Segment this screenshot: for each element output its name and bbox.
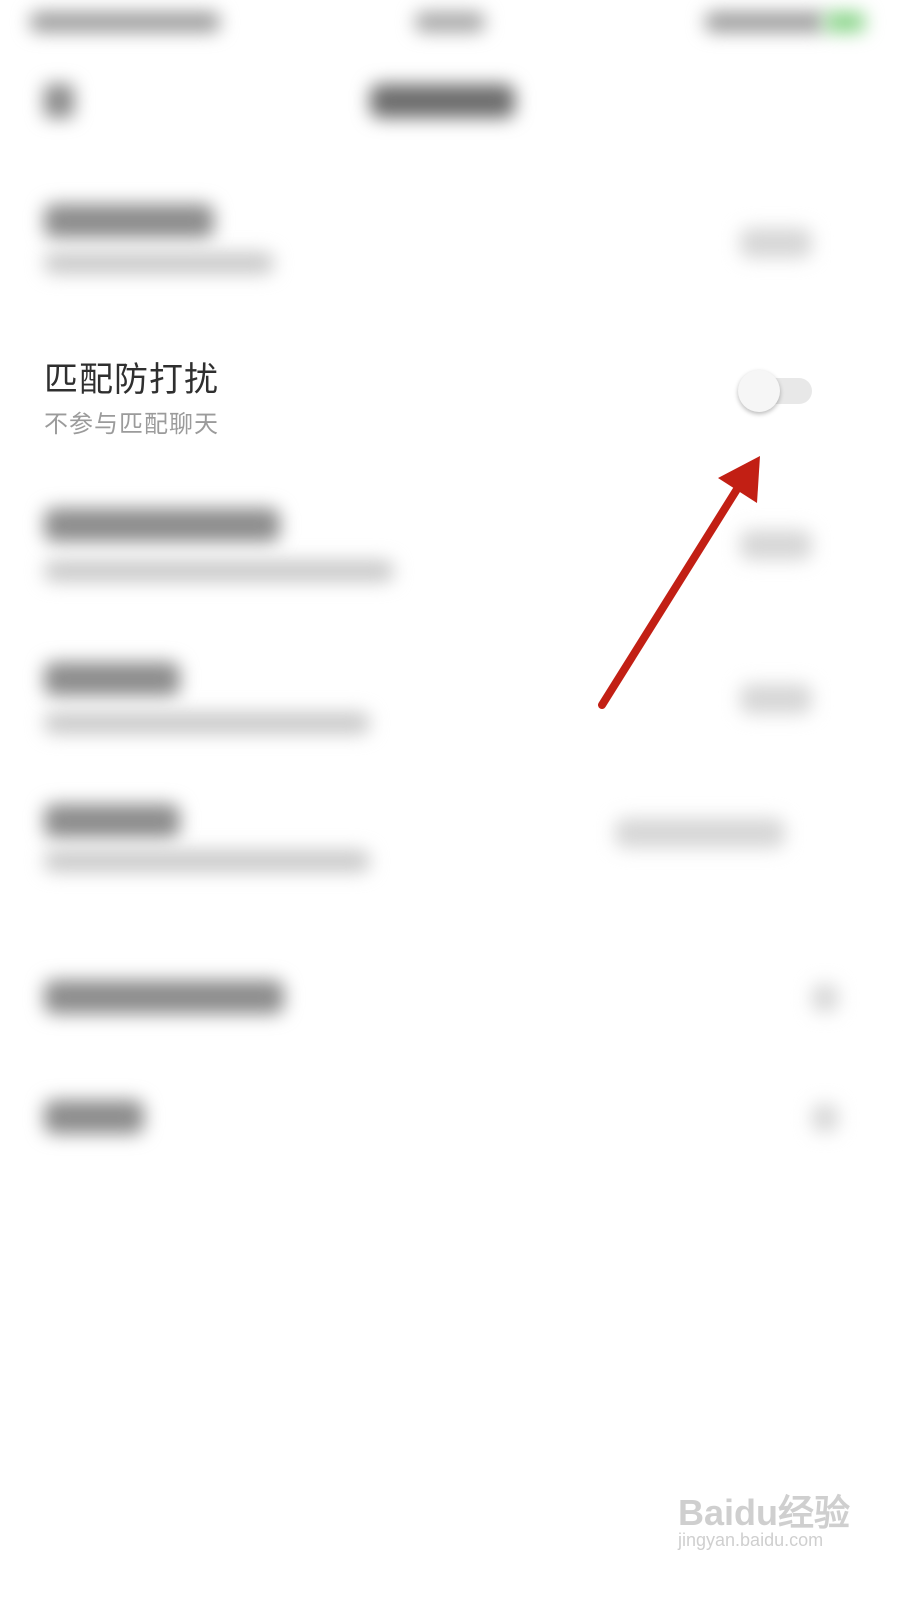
row-title-blurred	[44, 980, 284, 1014]
battery-icon	[825, 12, 865, 32]
row-subtitle-blurred	[44, 560, 394, 582]
row-subtitle-blurred	[44, 850, 370, 872]
match-dnd-toggle[interactable]	[738, 370, 812, 412]
watermark-url: jingyan.baidu.com	[678, 1530, 824, 1550]
chevron-right-icon	[812, 984, 838, 1012]
row-subtitle-blurred	[44, 252, 274, 274]
watermark-brand: Baidu经验	[678, 1492, 851, 1533]
page-title	[370, 84, 515, 118]
status-bar-indicators	[705, 12, 825, 32]
row-title-blurred	[44, 662, 180, 696]
watermark: Baidu经验 jingyan.baidu.com	[670, 1470, 870, 1560]
row-title-blurred	[44, 1100, 144, 1134]
toggle-blurred[interactable]	[740, 228, 812, 258]
row-title-blurred	[44, 804, 180, 838]
match-dnd-subtitle: 不参与匹配聊天	[44, 410, 219, 438]
status-bar-time	[415, 12, 485, 32]
status-bar	[0, 0, 900, 50]
chevron-right-icon	[812, 1104, 838, 1132]
row-value-blurred	[615, 818, 785, 848]
toggle-blurred[interactable]	[740, 530, 812, 560]
status-bar-carrier	[30, 12, 220, 32]
match-dnd-title: 匹配防打扰	[44, 360, 219, 400]
toggle-knob	[738, 370, 780, 412]
back-icon[interactable]	[44, 84, 74, 118]
settings-row-match-dnd[interactable]: 匹配防打扰 不参与匹配聊天	[0, 330, 900, 460]
row-title-blurred	[44, 508, 280, 542]
toggle-blurred[interactable]	[740, 684, 812, 714]
row-title-blurred	[44, 204, 214, 238]
row-subtitle-blurred	[44, 712, 370, 734]
